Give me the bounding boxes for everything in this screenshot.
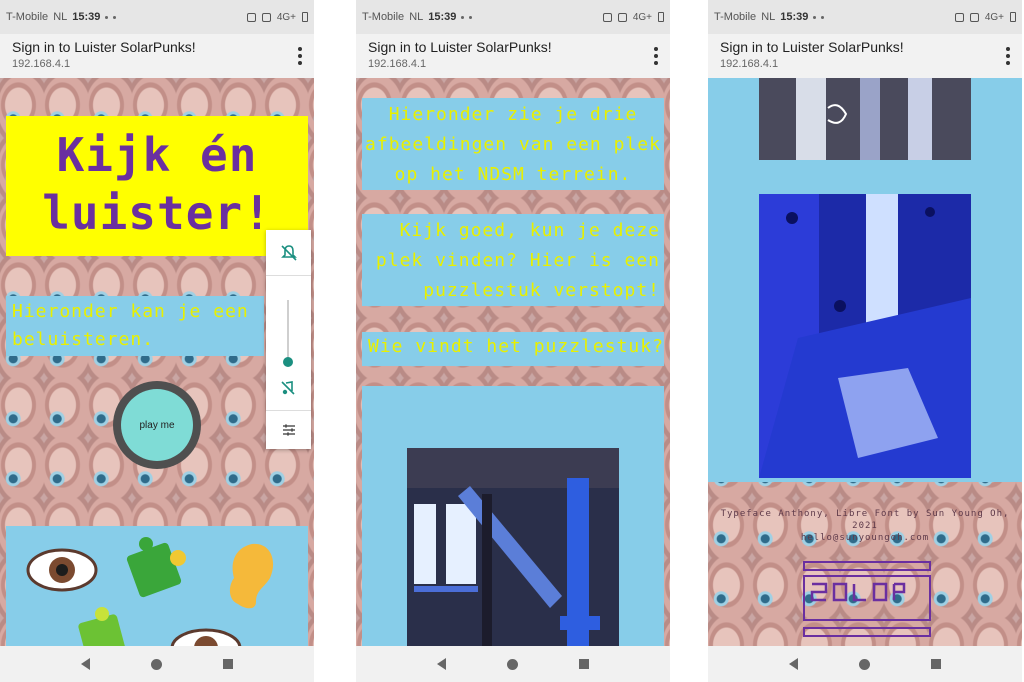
puzzle-piece-icon	[126, 537, 186, 598]
page-url: 192.168.4.1	[12, 58, 71, 70]
notification-dot-icon	[821, 15, 825, 19]
nav-bar	[0, 646, 314, 682]
sound-settings-button[interactable]	[266, 410, 311, 449]
region-label: NL	[761, 11, 776, 23]
page-url: 192.168.4.1	[368, 58, 427, 70]
notification-dot-icon	[113, 15, 117, 19]
volume-slider-thumb[interactable]	[283, 357, 293, 367]
bell-off-icon	[280, 244, 297, 261]
volume-panel	[266, 230, 311, 449]
photo-panel	[708, 78, 1022, 482]
notification-dot-icon	[469, 15, 473, 19]
home-icon[interactable]	[858, 658, 870, 670]
phone-screen-1: T-Mobile NL 15:39 4G+ Sign in to Luister…	[0, 0, 314, 682]
nav-bar	[356, 646, 670, 682]
solarpunk-logo	[803, 561, 931, 637]
page-content[interactable]: Typeface Anthony, Libre Font by Sun Youn…	[708, 78, 1022, 646]
media-mute-toggle[interactable]	[280, 380, 296, 400]
home-icon[interactable]	[506, 658, 518, 670]
volume-slider-track[interactable]	[287, 300, 289, 360]
question-text: Wie vindt het puzzlestuk?	[362, 332, 664, 366]
mute-icon	[261, 12, 271, 22]
carrier-label: T-Mobile	[714, 11, 757, 23]
page-title: Sign in to Luister SolarPunks!	[12, 39, 196, 55]
music-off-icon	[281, 381, 295, 395]
emoji-panel	[6, 526, 308, 646]
phone-screen-2: T-Mobile NL 15:39 4G+ Sign in to Luister…	[356, 0, 670, 682]
back-icon[interactable]	[788, 658, 798, 670]
page-url: 192.168.4.1	[720, 58, 779, 70]
recent-apps-icon[interactable]	[579, 659, 590, 669]
page-title: Sign in to Luister SolarPunks!	[720, 39, 904, 55]
intro-text: Hieronder zie je drie afbeeldingen van e…	[362, 98, 664, 190]
mute-icon	[969, 12, 979, 22]
photo-panel	[362, 386, 664, 646]
listen-instruction: Hieronder kan je een beluisteren.	[6, 296, 264, 356]
browser-bar: Sign in to Luister SolarPunks! 192.168.4…	[708, 34, 1022, 78]
wifi-icon	[105, 15, 109, 19]
nfc-icon	[246, 12, 256, 22]
back-icon[interactable]	[436, 658, 446, 670]
eye-icon	[170, 628, 242, 646]
carrier-label: T-Mobile	[6, 11, 49, 23]
page-content[interactable]: Kijk én luister! Hieronder kan je een be…	[0, 78, 314, 646]
page-title: Sign in to Luister SolarPunks!	[368, 39, 552, 55]
region-label: NL	[409, 11, 424, 23]
carrier-label: T-Mobile	[362, 11, 405, 23]
browser-bar: Sign in to Luister SolarPunks! 192.168.4…	[0, 34, 314, 78]
location-photo-3	[759, 194, 971, 478]
battery-icon	[302, 12, 308, 22]
eye-icon	[26, 548, 98, 592]
nav-bar	[708, 646, 1022, 682]
clock: 15:39	[780, 11, 809, 23]
nfc-icon	[602, 12, 612, 22]
credits: Typeface Anthony, Libre Font by Sun Youn…	[708, 508, 1022, 544]
status-bar: T-Mobile NL 15:39 4G+	[356, 0, 670, 34]
mute-icon	[617, 12, 627, 22]
page-content[interactable]: Hieronder zie je drie afbeeldingen van e…	[356, 78, 670, 646]
battery-icon	[658, 12, 664, 22]
ear-icon	[229, 543, 274, 609]
puzzle-piece-icon	[78, 607, 126, 646]
ringer-toggle[interactable]	[266, 230, 311, 276]
region-label: NL	[53, 11, 68, 23]
credit-email: hello@sunyoungoh.com	[800, 533, 930, 543]
play-label: play me	[121, 389, 193, 461]
network-label: 4G+	[984, 11, 1004, 23]
home-icon[interactable]	[150, 658, 162, 670]
wifi-icon	[813, 15, 817, 19]
overflow-menu-icon[interactable]	[654, 47, 658, 65]
browser-bar: Sign in to Luister SolarPunks! 192.168.4…	[356, 34, 670, 78]
network-label: 4G+	[632, 11, 652, 23]
location-photo-1	[407, 448, 619, 646]
font-credit: Typeface Anthony, Libre Font by Sun Youn…	[720, 509, 1010, 531]
clock: 15:39	[72, 11, 101, 23]
sliders-icon	[282, 424, 295, 436]
status-bar: T-Mobile NL 15:39 4G+	[708, 0, 1022, 34]
overflow-menu-icon[interactable]	[298, 47, 302, 65]
wifi-icon	[461, 15, 465, 19]
hint-text: Kijk goed, kun je deze plek vinden? Hier…	[362, 214, 664, 306]
clock: 15:39	[428, 11, 457, 23]
location-photo-2	[759, 78, 971, 160]
network-label: 4G+	[276, 11, 296, 23]
status-bar: T-Mobile NL 15:39 4G+	[0, 0, 314, 34]
play-button[interactable]: play me	[113, 381, 201, 469]
recent-apps-icon[interactable]	[223, 659, 234, 669]
battery-icon	[1010, 12, 1016, 22]
recent-apps-icon[interactable]	[931, 659, 942, 669]
back-icon[interactable]	[80, 658, 90, 670]
phone-screen-3: T-Mobile NL 15:39 4G+ Sign in to Luister…	[708, 0, 1022, 682]
headline: Kijk én luister!	[6, 116, 308, 256]
nfc-icon	[954, 12, 964, 22]
overflow-menu-icon[interactable]	[1006, 47, 1010, 65]
